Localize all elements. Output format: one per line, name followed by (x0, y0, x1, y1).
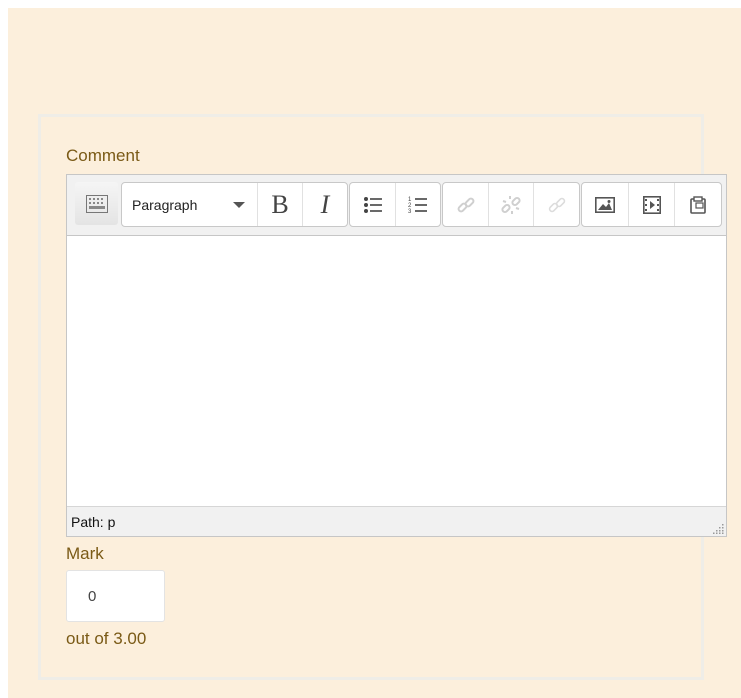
image-icon (595, 196, 615, 213)
editor-statusbar: Path: p (67, 506, 726, 536)
editor-toolbar: Paragraph B I 1 2 3 (67, 175, 726, 236)
numbered-list-icon: 123 (408, 196, 428, 214)
link-button[interactable] (443, 183, 488, 226)
unordered-list-button[interactable] (350, 183, 395, 226)
link-icon (456, 195, 476, 215)
italic-label: I (320, 189, 330, 219)
format-select-value: Paragraph (132, 196, 198, 213)
chevron-down-icon (233, 202, 245, 208)
out-of-text: out of 3.00 (66, 629, 147, 648)
mark-input[interactable] (66, 570, 165, 622)
toolbar-toggle-button[interactable] (75, 182, 118, 225)
resize-handle-icon[interactable] (712, 522, 724, 534)
toolbar-group-lists: 123 (349, 182, 441, 227)
bullet-list-icon (363, 196, 383, 214)
media-icon (642, 195, 661, 214)
ordered-list-button[interactable]: 123 (395, 183, 440, 226)
comment-label: Comment (66, 146, 140, 165)
anchor-link-icon (547, 195, 567, 215)
unlink-icon (501, 195, 521, 215)
manage-files-icon (689, 195, 706, 214)
toolbar-group-toggle (75, 182, 120, 227)
svg-text:3: 3 (408, 209, 412, 214)
editor-content-area[interactable] (67, 236, 726, 506)
bold-button[interactable]: B (257, 183, 302, 226)
toolbar-toggle-icon (85, 194, 108, 213)
media-button[interactable] (628, 183, 674, 226)
unlink-button[interactable] (488, 183, 533, 226)
format-select[interactable]: Paragraph (122, 183, 257, 226)
toolbar-group-links (442, 182, 580, 227)
anchor-link-button[interactable] (533, 183, 579, 226)
toolbar-group-style: Paragraph B I (121, 182, 348, 227)
manage-files-button[interactable] (674, 183, 720, 226)
image-button[interactable] (582, 183, 628, 226)
bold-label: B (271, 189, 289, 219)
italic-button[interactable]: I (302, 183, 347, 226)
mark-label: Mark (66, 544, 104, 563)
toolbar-group-media (581, 182, 722, 227)
comment-editor: Paragraph B I 1 2 3 Path: p (66, 174, 727, 537)
element-path: Path: p (71, 514, 116, 530)
